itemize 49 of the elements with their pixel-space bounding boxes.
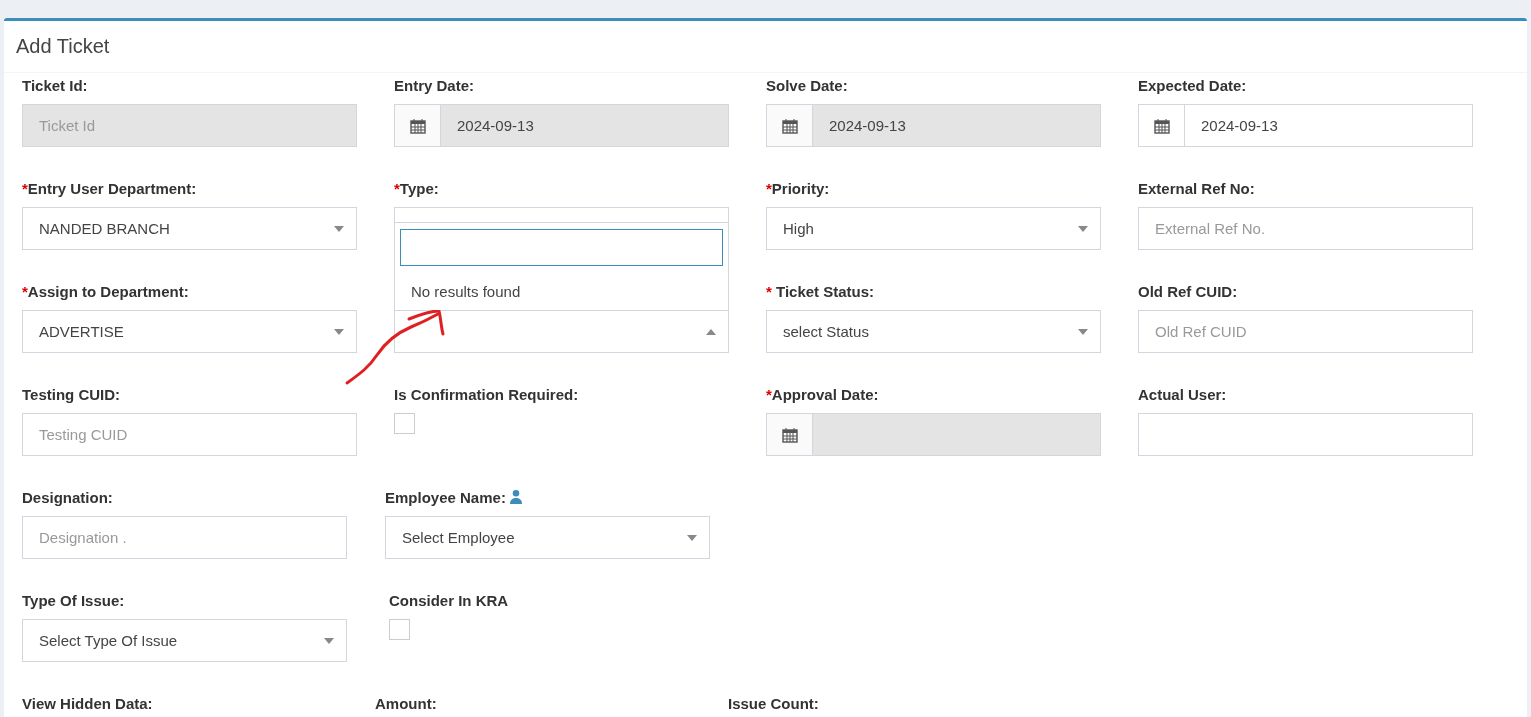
text-field[interactable]: Designation .: [22, 516, 347, 559]
caret-icon: [687, 534, 697, 541]
search-field[interactable]: [400, 229, 723, 266]
field-label: Old Ref CUID:: [1138, 282, 1238, 300]
field-label: Type Of Issue:: [22, 591, 125, 609]
select-field[interactable]: [394, 310, 729, 353]
text-field[interactable]: External Ref No.: [1138, 207, 1473, 250]
card-title: Add Ticket: [16, 35, 110, 58]
caret-icon: [324, 637, 334, 644]
no-results-message: No results found: [410, 282, 522, 300]
caret-icon: [1078, 225, 1088, 232]
field-label: Solve Date:: [766, 76, 848, 94]
field-label: View Hidden Data:: [22, 694, 153, 712]
caret-icon: [334, 225, 344, 232]
field-label: *Type:: [394, 179, 439, 197]
caret-icon: [334, 328, 344, 335]
text-field[interactable]: Testing CUID: [22, 413, 357, 456]
calendar-icon[interactable]: [1153, 117, 1170, 134]
field-label: Consider In KRA: [389, 591, 509, 609]
caret-icon: [1078, 328, 1088, 335]
select-field[interactable]: select Status: [766, 310, 1101, 353]
field-label: Issue Count:: [728, 694, 819, 712]
user-icon: [509, 490, 522, 504]
caret-icon: [706, 328, 716, 335]
select-field[interactable]: ADVERTISE: [22, 310, 357, 353]
field-label: *Entry User Department:: [22, 179, 197, 197]
select-field[interactable]: High: [766, 207, 1101, 250]
field-label: Employee Name:: [385, 488, 506, 506]
field-label: Designation:: [22, 488, 113, 506]
field-label: *Assign to Department:: [22, 282, 189, 300]
text-field[interactable]: [1138, 413, 1473, 456]
field-label: Ticket Id:: [22, 76, 88, 94]
field-label: * Ticket Status:: [766, 282, 875, 300]
field-label: External Ref No:: [1138, 179, 1255, 197]
field-label: Entry Date:: [394, 76, 475, 94]
field-label: Is Confirmation Required:: [394, 385, 579, 403]
field-label: Expected Date:: [1138, 76, 1247, 94]
field-label: Testing CUID:: [22, 385, 121, 403]
field-label: *Priority:: [766, 179, 830, 197]
select-field[interactable]: Select Type Of Issue: [22, 619, 347, 662]
field-label: *Approval Date:: [766, 385, 879, 403]
checkbox[interactable]: [394, 413, 415, 434]
field-label: Actual User:: [1138, 385, 1227, 403]
checkbox[interactable]: [389, 619, 410, 640]
select-field[interactable]: Select Employee: [385, 516, 710, 559]
date-field[interactable]: 2024-09-13: [1138, 104, 1473, 147]
field-label: Amount:: [375, 694, 437, 712]
select-field[interactable]: NANDED BRANCH: [22, 207, 357, 250]
text-field[interactable]: Old Ref CUID: [1138, 310, 1473, 353]
